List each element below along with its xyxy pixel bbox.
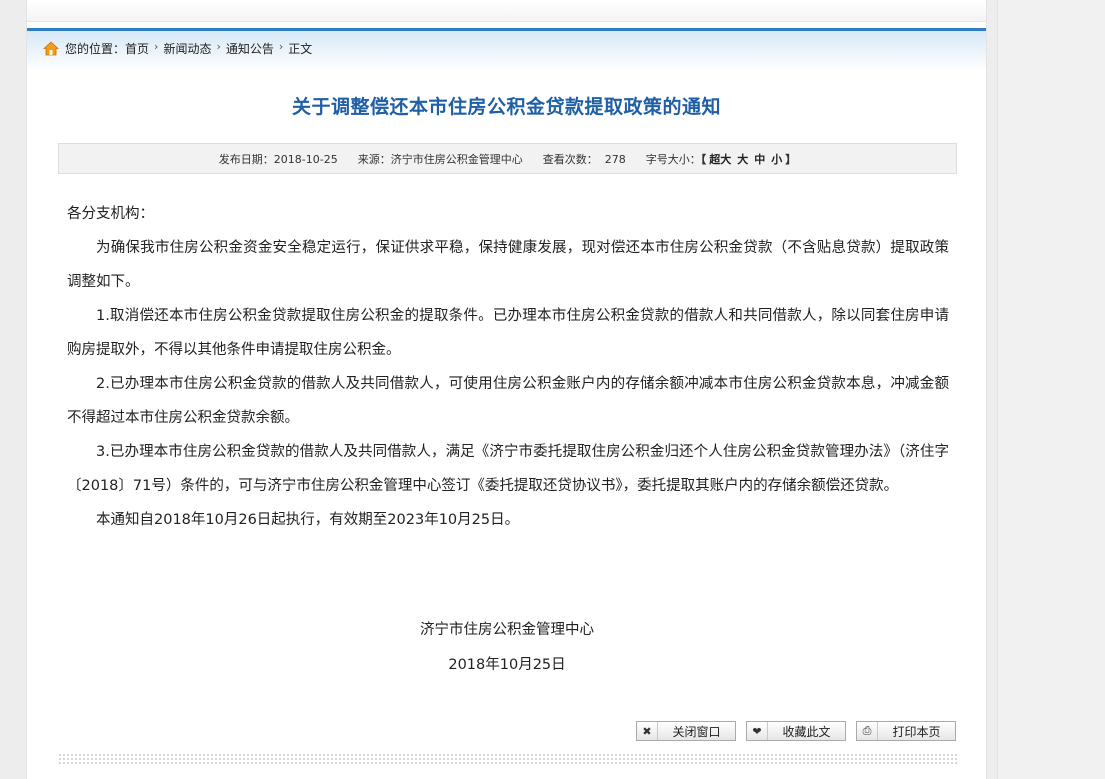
font-size-large[interactable]: 大 [737,153,748,166]
right-margin [997,0,1105,779]
paragraph-item-1: 1.取消偿还本市住房公积金贷款提取住房公积金的提取条件。已办理本市住房公积金贷款… [67,308,949,358]
source-value: 济宁市住房公积金管理中心 [390,152,523,166]
print-page-button[interactable]: ⎙ 打印本页 [856,721,956,741]
breadcrumb-notice-link[interactable]: 通知公告 [226,40,274,57]
signature-organization: 济宁市住房公积金管理中心 [420,622,594,638]
signature-date: 2018年10月25日 [448,657,566,673]
paragraph-item-3: 3.已办理本市住房公积金贷款的借款人及共同借款人，满足《济宁市委托提取住房公积金… [67,444,949,494]
breadcrumb-label: 您的位置： [65,42,126,56]
article-body: 各分支机构： 为确保我市住房公积金资金安全稳定运行，保证供求平稳，保持健康发展，… [67,197,949,537]
heart-icon: ❤ [747,722,768,740]
salutation: 各分支机构： [67,206,154,222]
favorite-article-label: 收藏此文 [782,724,831,739]
printer-icon: ⎙ [857,722,878,740]
chevron-right-icon: › [278,40,284,53]
font-size-medium[interactable]: 中 [754,153,765,166]
breadcrumb-news-link[interactable]: 新闻动态 [163,40,211,57]
print-page-label: 打印本页 [892,724,941,739]
paragraph-effective-date: 本通知自2018年10月26日起执行，有效期至2023年10月25日。 [96,512,520,528]
publish-date: 发布日期：2018-10-25 [219,151,338,167]
paragraph-intro: 为确保我市住房公积金资金安全稳定运行，保证供求平稳，保持健康发展，现对偿还本市住… [67,240,949,290]
chevron-right-icon: › [216,40,221,53]
top-shade [27,0,986,22]
article-meta-bar: 发布日期：2018-10-25 来源：济宁市住房公积金管理中心 查看次数： 27… [58,143,957,174]
views-value: 278 [604,152,626,166]
view-count: 查看次数： 278 [543,151,626,167]
publish-date-value: 2018-10-25 [273,152,338,166]
article-title: 关于调整偿还本市住房公积金贷款提取政策的通知 [291,96,721,118]
font-size-selector: 字号大小：【 超大大中小】 [646,151,797,167]
breadcrumb-current: 正文 [288,42,313,56]
views-label: 查看次数： [542,152,598,166]
close-window-button[interactable]: ✖ 关闭窗口 [636,721,736,741]
home-icon [43,41,59,56]
close-icon: ✖ [637,722,658,740]
favorite-article-button[interactable]: ❤ 收藏此文 [746,721,846,741]
paragraph-item-2: 2.已办理本市住房公积金贷款的借款人及共同借款人，可使用住房公积金账户内的存储余… [67,376,949,426]
breadcrumb-home-link[interactable]: 首页 [125,40,149,57]
bracket-close: 】 [785,152,797,166]
bracket-open: 【 [700,152,707,166]
page: 您的位置： 首页 › 新闻动态 › 通知公告 › 正文 关于调整偿还本市住房公积… [0,0,1105,779]
publish-date-label: 发布日期： [218,152,274,166]
font-size-small[interactable]: 小 [771,153,782,166]
source-label: 来源： [357,152,391,166]
font-size-xlarge[interactable]: 超大 [709,153,731,166]
article-actions: ✖ 关闭窗口 ❤ 收藏此文 ⎙ 打印本页 [636,721,966,741]
font-size-label: 字号大小： [645,152,701,166]
footer-divider [58,753,957,765]
breadcrumb: 您的位置： 首页 › 新闻动态 › 通知公告 › 正文 [27,28,986,72]
article-frame: 您的位置： 首页 › 新闻动态 › 通知公告 › 正文 关于调整偿还本市住房公积… [26,0,987,779]
close-window-label: 关闭窗口 [672,724,721,739]
chevron-right-icon: › [154,40,159,53]
article-source: 来源：济宁市住房公积金管理中心 [358,151,523,167]
